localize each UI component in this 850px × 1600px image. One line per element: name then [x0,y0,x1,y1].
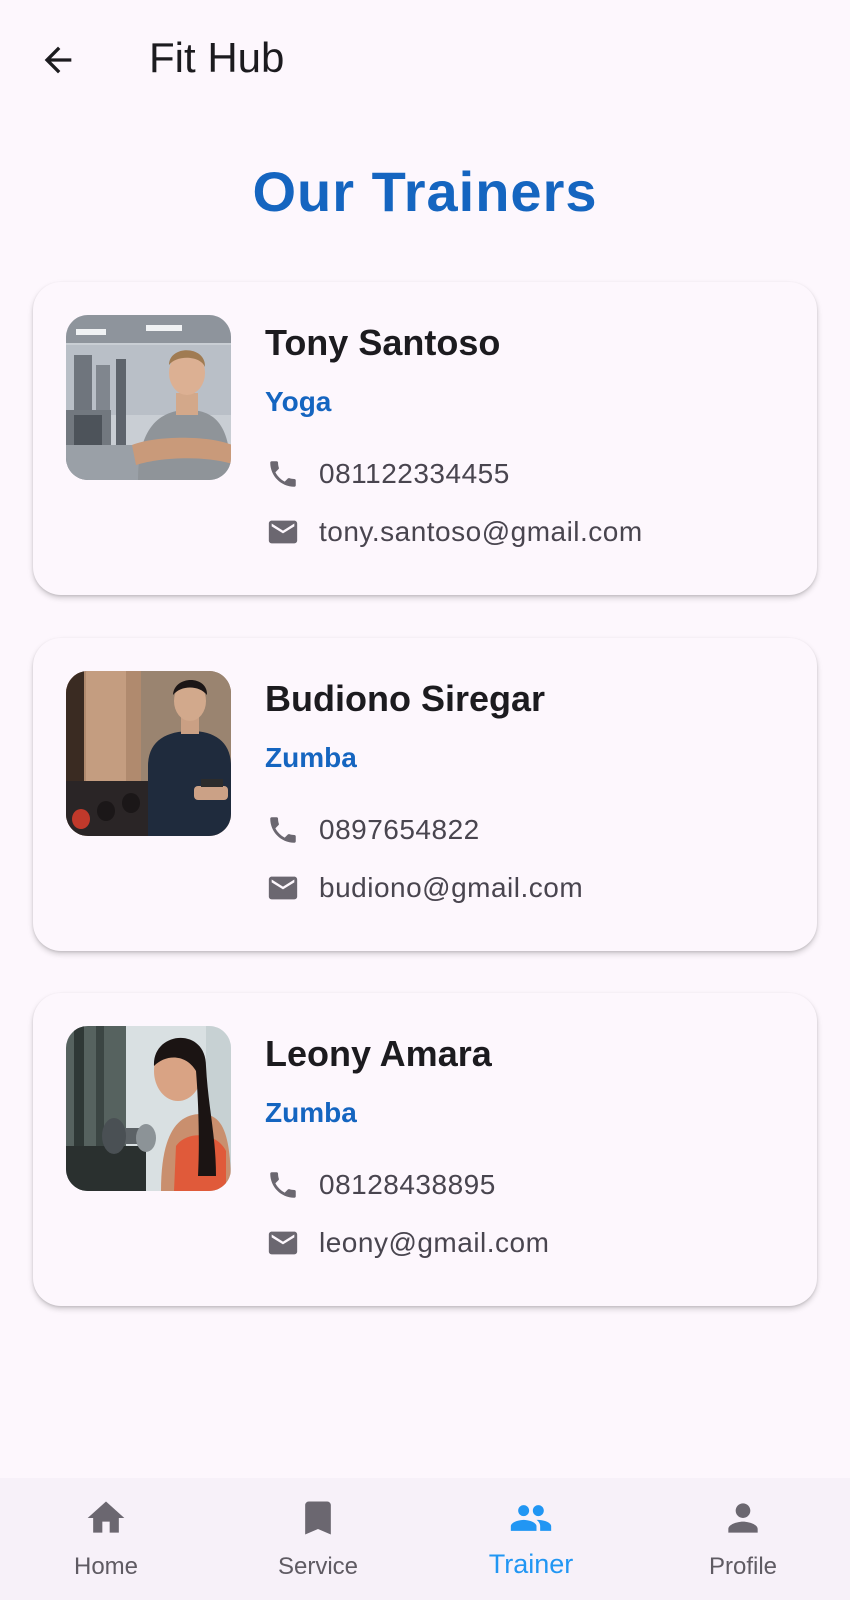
app-bar: Fit Hub [0,0,850,116]
nav-label: Home [73,1553,139,1580]
nav-label: Trainer [488,1549,574,1579]
email-row[interactable]: budiono@gmail.com [265,868,583,908]
trainer-photo [66,1026,231,1191]
page-title: Our Trainers [252,160,598,223]
phone-number: 0897654822 [319,814,480,845]
trainer-card[interactable]: Tony Santoso Yoga 081122334455 tony.sant… [33,282,817,595]
phone-icon [265,456,301,492]
trainer-specialty: Yoga [265,386,332,417]
phone-number: 08128438895 [319,1169,496,1200]
bottom-navigation: Home Service Trainer Profile [0,1478,850,1600]
nav-item-home[interactable]: Home [0,1478,212,1600]
email-address: tony.santoso@gmail.com [319,516,643,547]
email-icon [265,514,301,550]
trainer-specialty: Zumba [265,1097,357,1128]
phone-row[interactable]: 0897654822 [265,810,480,850]
trainer-photo [66,671,231,836]
phone-row[interactable]: 081122334455 [265,454,510,494]
trainer-card[interactable]: Leony Amara Zumba 08128438895 leony@gmai… [33,993,817,1306]
email-address: budiono@gmail.com [319,872,584,903]
nav-item-service[interactable]: Service [212,1478,424,1600]
email-icon [265,1225,301,1261]
trainer-name: Budiono Siregar [265,678,546,719]
app-screen: Fit Hub Our Trainers Tony Santoso Yoga 0… [0,0,850,1600]
email-row[interactable]: tony.santoso@gmail.com [265,512,643,552]
nav-label: Profile [708,1553,778,1580]
people-icon [510,1505,552,1531]
home-icon [87,1501,125,1533]
email-address: leony@gmail.com [319,1227,550,1258]
email-icon [265,870,301,906]
nav-label: Service [277,1553,359,1580]
nav-item-trainer[interactable]: Trainer [425,1478,637,1600]
nav-item-profile[interactable]: Profile [637,1478,849,1600]
trainer-specialty: Zumba [265,742,357,773]
trainer-name: Tony Santoso [265,322,501,363]
phone-icon [265,1167,301,1203]
email-row[interactable]: leony@gmail.com [265,1223,549,1263]
phone-number: 081122334455 [319,458,510,489]
trainer-card[interactable]: Budiono Siregar Zumba 0897654822 budiono… [33,638,817,951]
arrow-back-icon [44,46,72,74]
phone-row[interactable]: 08128438895 [265,1165,496,1205]
trainer-photo [66,315,231,480]
bookmark-icon [305,1501,331,1535]
person-icon [728,1503,758,1533]
app-title: Fit Hub [149,34,285,81]
back-button[interactable] [30,32,86,88]
trainer-name: Leony Amara [265,1033,492,1074]
phone-icon [265,812,301,848]
